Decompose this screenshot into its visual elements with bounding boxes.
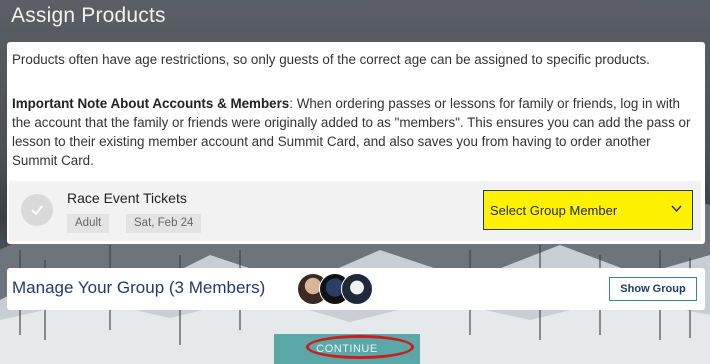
continue-button[interactable]: CONTINUE (274, 334, 420, 364)
page-title: Assign Products (11, 4, 166, 27)
group-member-select-label: Select Group Member (490, 203, 618, 218)
group-member-select[interactable]: Select Group Member (483, 190, 693, 230)
date-tag: Sat, Feb 24 (126, 214, 202, 233)
age-restriction-text: Products often have age restrictions, so… (12, 52, 650, 67)
avatar (341, 273, 373, 305)
checkmark-icon (21, 194, 53, 226)
note-heading: Important Note About Accounts & Members (12, 96, 290, 111)
assign-products-card: Products often have age restrictions, so… (7, 42, 705, 244)
chevron-down-icon (671, 205, 682, 213)
age-tag: Adult (67, 214, 110, 233)
product-row: Race Event Tickets Adult Sat, Feb 24 Sel… (9, 181, 701, 241)
member-avatars (297, 273, 377, 305)
manage-group-title: Manage Your Group (3 Members) (12, 278, 266, 297)
manage-group-bar: Manage Your Group (3 Members) Show Group (7, 268, 705, 310)
show-group-button[interactable]: Show Group (609, 277, 697, 301)
accounts-members-note: Important Note About Accounts & Members:… (12, 94, 698, 170)
product-name: Race Event Tickets (67, 190, 187, 206)
